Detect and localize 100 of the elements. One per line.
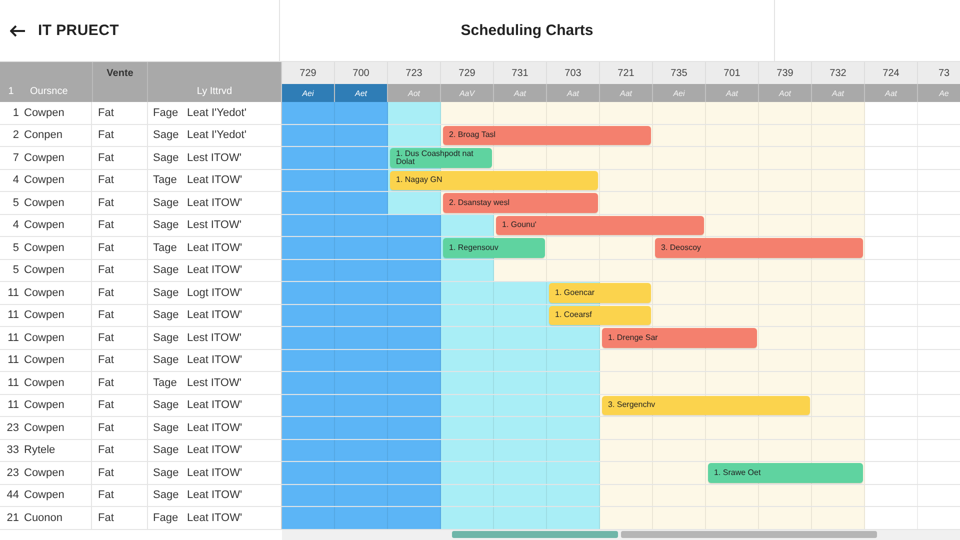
- table-cell: Cowpen: [22, 484, 92, 506]
- back-button[interactable]: [8, 22, 28, 38]
- table-cell-text: Sage: [152, 128, 180, 144]
- timeline-cell: [282, 102, 335, 124]
- timeline-cell: [388, 102, 441, 124]
- table-cell-text: 44: [6, 488, 20, 504]
- table-cell-text: Leat I'Yedot': [186, 106, 248, 121]
- timeline-cell: [335, 350, 388, 371]
- table-cell-text: 21: [6, 510, 20, 526]
- table-cell-text: 11: [6, 398, 20, 414]
- table-cell-text: 5: [12, 240, 20, 256]
- timeline-cell: [282, 417, 335, 438]
- table-cell: Cowpen: [22, 282, 92, 304]
- table-cell-text: Sage: [152, 218, 180, 234]
- date-label: 729: [282, 62, 335, 84]
- task-bar[interactable]: 1. Srawe Oet: [708, 463, 863, 482]
- table-cell: Fat: [92, 282, 148, 304]
- task-bar[interactable]: 2. Dsanstay wesl: [443, 193, 598, 212]
- timeline-cell: [335, 102, 388, 124]
- timeline-cell: [494, 507, 547, 528]
- table-cell-text: Leat ITOW': [186, 398, 244, 414]
- task-bar[interactable]: 1. Coearsf: [549, 306, 651, 325]
- timeline-cell: [918, 507, 960, 528]
- table-cell-text: Leat ITOW': [186, 263, 244, 278]
- timeline-cell: [388, 350, 441, 371]
- timeline-cell: [865, 507, 918, 528]
- table-cell: Cuonon: [22, 507, 92, 528]
- table-cell: Fat: [92, 350, 148, 371]
- table-cell-text: Leat ITOW': [186, 443, 244, 458]
- header-label: Ly Ittrvd: [196, 85, 234, 99]
- table-cell-text: Leat ITOW': [186, 353, 244, 368]
- table-cell: Fat: [92, 237, 148, 258]
- task-bar[interactable]: 3. Deoscoy: [655, 238, 863, 258]
- date-label: 729: [441, 62, 494, 84]
- table-cell: Fat: [92, 394, 148, 416]
- timeline-cell: [547, 440, 600, 461]
- table-cell-text: Leat ITOW': [186, 196, 244, 211]
- table-cell-text: Leat I'Yedot': [186, 128, 248, 144]
- table-cell: Fat: [92, 170, 148, 191]
- task-bar[interactable]: 1. Gounu': [496, 216, 704, 235]
- timeline-cell: [494, 440, 547, 461]
- table-cell-text: Leat ITOW': [186, 488, 244, 504]
- task-bar[interactable]: 1. Nagay GN: [390, 170, 598, 190]
- task-bar[interactable]: 2. Broag Tasl: [443, 126, 651, 145]
- table-cell: Rytele: [22, 440, 92, 461]
- table-cell-text: Logt ITOW': [186, 286, 244, 301]
- timeline-cell: [441, 484, 494, 506]
- table-cell-text: Lest ITOW': [186, 150, 242, 166]
- period-tab[interactable]: Aei: [282, 84, 335, 102]
- table-cell-text: 2: [12, 128, 20, 144]
- table-cell: Fat: [92, 417, 148, 438]
- table-cell: Fat: [92, 327, 148, 348]
- page-title: Scheduling Charts: [460, 22, 594, 39]
- timeline-cell: [282, 260, 335, 281]
- table-cell-text: Sage: [152, 263, 180, 278]
- timeline-cell: [865, 484, 918, 506]
- timeline-cell: [441, 372, 494, 394]
- table-cell-text: Lest ITOW': [186, 330, 242, 346]
- project-title: IT PRUECT: [38, 22, 119, 39]
- date-label: 723: [388, 62, 441, 84]
- date-label: 724: [865, 62, 918, 84]
- header-label: Oursnce: [29, 85, 69, 99]
- date-label: 731: [494, 62, 547, 84]
- table-cell: Fat: [92, 102, 148, 124]
- period-tab[interactable]: Aet: [335, 84, 388, 102]
- timeline-cell: [918, 102, 960, 124]
- task-bar[interactable]: 1. Regensouv: [443, 238, 545, 258]
- date-label: 701: [706, 62, 759, 84]
- timeline-cell: [865, 350, 918, 371]
- table-cell-text: Lest ITOW': [186, 376, 242, 391]
- scrollbar[interactable]: [282, 530, 960, 540]
- task-bar[interactable]: 1. Drenge Sar: [602, 328, 757, 348]
- timeline-cell: [388, 260, 441, 281]
- table-cell-text: 5: [12, 196, 20, 211]
- timeline-cell: [865, 417, 918, 438]
- table-cell: Cowpen: [22, 417, 92, 438]
- timeline-cell: [388, 507, 441, 528]
- table-cell: Fat: [92, 462, 148, 484]
- table-cell-text: Sage: [152, 330, 180, 346]
- table-cell-text: 4: [12, 173, 20, 188]
- task-bar[interactable]: 3. Sergenchv: [602, 396, 810, 415]
- table-cell-text: 4: [12, 218, 20, 234]
- table-cell: Cowpen: [22, 170, 92, 191]
- table-cell-text: 23: [6, 466, 20, 481]
- timeline-cell: [388, 372, 441, 394]
- timeline-cell: [335, 417, 388, 438]
- table-cell-text: 11: [6, 308, 20, 324]
- table-cell-text: Sage: [152, 420, 180, 436]
- timeline-cell: [335, 260, 388, 281]
- table-cell-text: Leat ITOW': [186, 510, 244, 526]
- timeline-cell: [441, 507, 494, 528]
- table-cell: Fat: [92, 214, 148, 236]
- table-cell: Cowpen: [22, 214, 92, 236]
- task-bar[interactable]: 1. Goencar: [549, 283, 651, 302]
- table-cell-text: Leat ITOW': [186, 240, 244, 256]
- timeline-cell: [547, 372, 600, 394]
- timeline-cell: [918, 350, 960, 371]
- table-cell: Fat: [92, 260, 148, 281]
- timeline-cell: [335, 484, 388, 506]
- task-bar[interactable]: 1. Dus Coashpodt nat Dolat: [390, 148, 492, 168]
